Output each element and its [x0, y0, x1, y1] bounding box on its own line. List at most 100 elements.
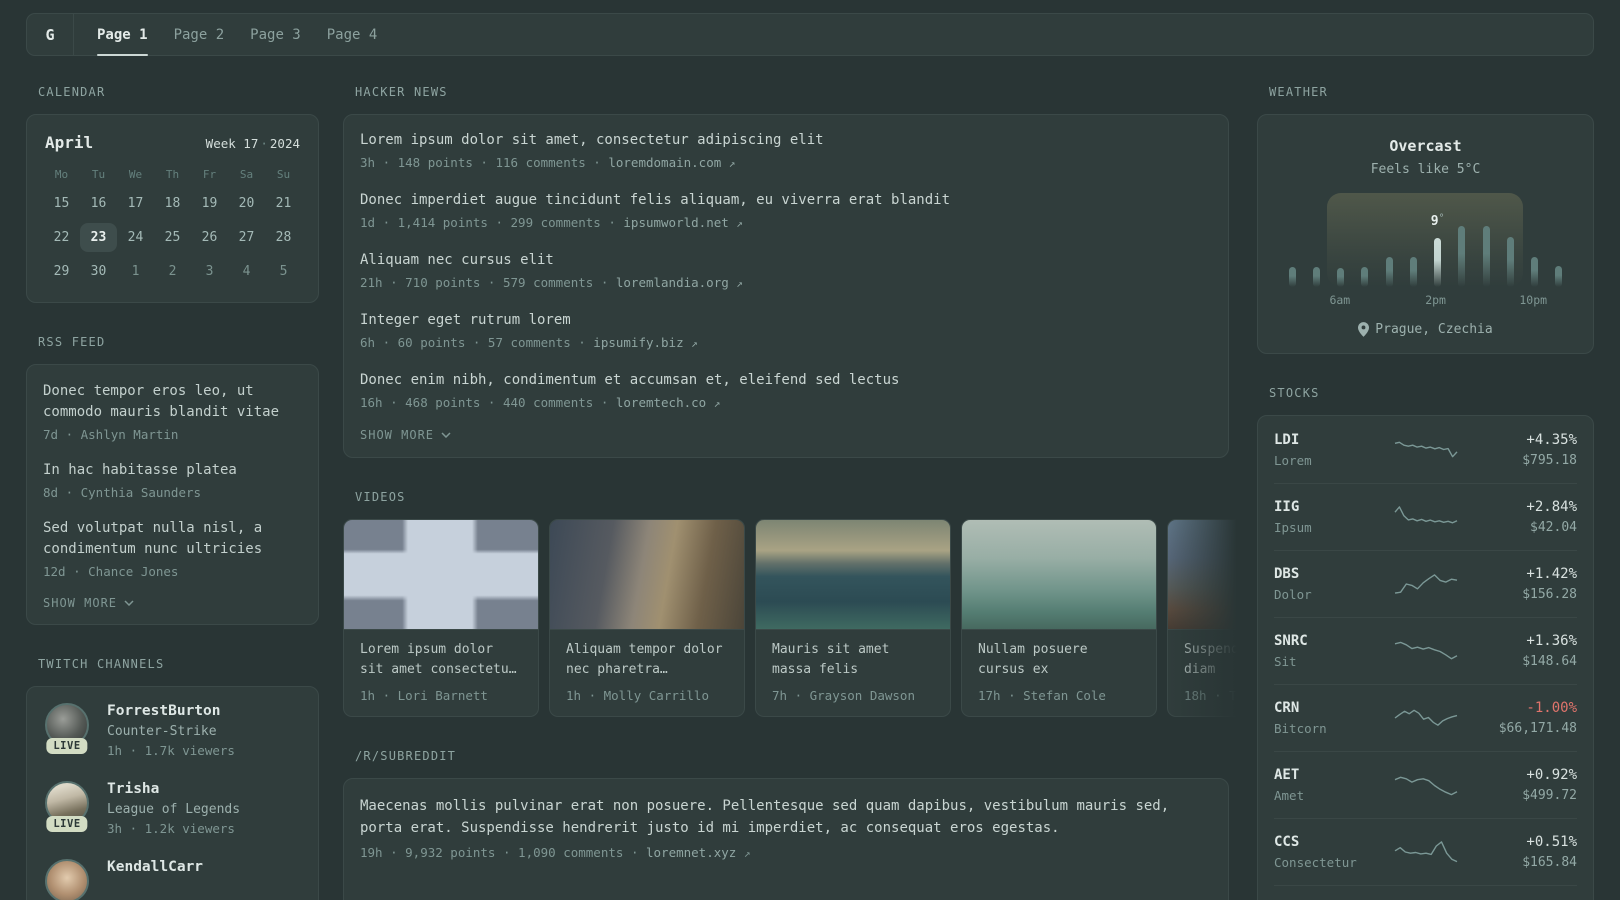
videos-carousel: Lorem ipsum dolor sit amet consectetu… 1h…	[343, 519, 1246, 717]
calendar-day[interactable]: 27	[228, 223, 265, 252]
stock-row[interactable]: CRN Bitcorn -1.00% $66,171.48	[1274, 684, 1577, 751]
calendar-day[interactable]: 4	[228, 257, 265, 286]
calendar-day[interactable]: 22	[43, 223, 80, 252]
stock-sparkline	[1393, 770, 1459, 800]
reddit-post[interactable]: Maecenas mollis pulvinar erat non posuer…	[360, 795, 1212, 862]
reddit-widget: /R/SUBREDDIT Maecenas mollis pulvinar er…	[343, 749, 1229, 900]
rss-item[interactable]: Sed volutpat nulla nisl, a condimentum n…	[43, 518, 302, 580]
story-domain-link[interactable]: ipsumify.biz ↗	[593, 335, 697, 350]
calendar-day[interactable]: 1	[117, 257, 154, 286]
external-link-icon: ↗	[736, 217, 743, 230]
videos-widget-title: VIDEOS	[355, 490, 406, 504]
stock-row[interactable]: SNRC Sit +1.36% $148.64	[1274, 617, 1577, 684]
calendar-day[interactable]: 20	[228, 189, 265, 218]
weather-tick-label	[1304, 293, 1328, 307]
video-meta: 7h · Grayson Dawson	[772, 688, 915, 703]
story-domain-link[interactable]: loremlandia.org ↗	[616, 275, 743, 290]
calendar-day[interactable]: 21	[265, 189, 302, 218]
stock-row[interactable]: IIG Ipsum +2.84% $42.04	[1274, 483, 1577, 550]
active-tab-indicator	[97, 54, 148, 56]
stock-symbol: IIG	[1274, 499, 1300, 515]
stock-row[interactable]: DBS Dolor +1.42% $156.28	[1274, 550, 1577, 617]
hackernews-show-more-button[interactable]: SHOW MORE	[360, 428, 451, 442]
video-card[interactable]: Aliquam tempor dolor nec pharetra… 1h · M…	[549, 519, 745, 717]
hackernews-list: Lorem ipsum dolor sit amet, consectetur …	[360, 131, 1212, 412]
videos-widget: VIDEOS Lorem ipsum dolor sit amet consec…	[343, 490, 1246, 717]
calendar-day[interactable]: 29	[43, 257, 80, 286]
weather-widget-title: WEATHER	[1269, 85, 1328, 99]
story-title: Aliquam nec cursus elit	[360, 252, 554, 268]
calendar-day[interactable]: 15	[43, 189, 80, 218]
weather-location[interactable]: Prague, Czechia	[1274, 322, 1577, 337]
rss-item-meta: 7d · Ashlyn Martin	[43, 427, 179, 442]
nav-tab-page-3[interactable]: Page 3	[237, 14, 314, 55]
degree-symbol: °	[1438, 213, 1445, 224]
stock-sparkline	[1393, 636, 1459, 666]
rss-item[interactable]: In hac habitasse platea 8d · Cynthia Saun…	[43, 460, 302, 501]
calendar-day[interactable]: 24	[117, 223, 154, 252]
video-card[interactable]: Suspendisse diam 18h · Tara	[1167, 519, 1246, 717]
sparkline-chart	[1394, 441, 1458, 458]
calendar-card: April Week 17 · 2024 Mo Tu We Th Fr Sa Su 15 16 17…	[26, 114, 319, 303]
rss-show-more-button[interactable]: SHOW MORE	[43, 596, 134, 610]
channel-info: ForrestBurton Counter-Strike 1h · 1.7k vie…	[107, 703, 235, 759]
weather-bar-column	[1280, 267, 1304, 287]
sparkline-chart	[1393, 506, 1457, 524]
stock-symbol: CRN	[1274, 700, 1300, 716]
video-meta: 1h · Lori Barnett	[360, 688, 488, 703]
video-card[interactable]: Lorem ipsum dolor sit amet consectetu… 1h…	[343, 519, 539, 717]
hackernews-story[interactable]: Donec enim nibh, condimentum et accumsan…	[360, 371, 1212, 412]
story-domain-link[interactable]: ipsumworld.net ↗	[623, 215, 743, 230]
nav-tab-page-4[interactable]: Page 4	[314, 14, 391, 55]
post-domain-link[interactable]: loremnet.xyz	[646, 845, 736, 860]
nav-tab-page-1[interactable]: Page 1	[84, 14, 161, 56]
story-title: Donec imperdiet augue tincidunt felis al…	[360, 192, 951, 208]
calendar-day[interactable]: 16	[80, 189, 117, 218]
chevron-down-icon	[124, 600, 134, 606]
stock-left: DBS Dolor	[1274, 566, 1393, 602]
calendar-day[interactable]: 19	[191, 189, 228, 218]
calendar-day[interactable]: 5	[265, 257, 302, 286]
rss-item[interactable]: Donec tempor eros leo, ut commodo mauris…	[43, 381, 302, 443]
stock-row[interactable]: AET Amet +0.92% $499.72	[1274, 751, 1577, 818]
video-meta: 17h · Stefan Cole	[978, 688, 1106, 703]
external-link-icon: ↗	[691, 337, 698, 350]
hackernews-story[interactable]: Donec imperdiet augue tincidunt felis al…	[360, 191, 1212, 232]
video-card[interactable]: Mauris sit amet massa felis 7h · Grayson …	[755, 519, 951, 717]
hackernews-story[interactable]: Lorem ipsum dolor sit amet, consectetur …	[360, 131, 1212, 172]
weather-bar-column: 9°	[1426, 213, 1450, 287]
rss-list: Donec tempor eros leo, ut commodo mauris…	[43, 381, 302, 580]
calendar-day[interactable]: 18	[154, 189, 191, 218]
channel-info: Trisha League of Legends 3h · 1.2k viewers	[107, 781, 240, 837]
hackernews-story[interactable]: Integer eget rutrum lorem 6h · 60 points …	[360, 311, 1212, 352]
stock-row[interactable]: AHS+0.46%	[1274, 885, 1577, 900]
story-domain-link[interactable]: loremtech.co ↗	[616, 395, 720, 410]
app-logo[interactable]: G	[27, 14, 74, 55]
stock-name: Dolor	[1274, 587, 1312, 602]
stocks-widget-title: STOCKS	[1269, 386, 1320, 400]
nav-tab-page-2[interactable]: Page 2	[161, 14, 238, 55]
twitch-channel[interactable]: LIVE ForrestBurton Counter-Strike 1h · 1.7k…	[43, 703, 302, 759]
calendar-day[interactable]: 17	[117, 189, 154, 218]
calendar-day[interactable]: 3	[191, 257, 228, 286]
calendar-day[interactable]: 28	[265, 223, 302, 252]
hackernews-story[interactable]: Aliquam nec cursus elit 21h · 710 points …	[360, 251, 1212, 292]
stock-name: Lorem	[1274, 453, 1312, 468]
twitch-channel[interactable]: LIVE Trisha League of Legends 3h · 1.2k vie…	[43, 781, 302, 837]
calendar-day[interactable]: 26	[191, 223, 228, 252]
calendar-day[interactable]: 25	[154, 223, 191, 252]
twitch-channel[interactable]: KendallCarr	[43, 859, 302, 900]
calendar-day[interactable]: 30	[80, 257, 117, 286]
stock-row[interactable]: CCS Consectetur +0.51% $165.84	[1274, 818, 1577, 885]
weather-bar	[1288, 267, 1296, 287]
calendar-day[interactable]: 2	[154, 257, 191, 286]
video-thumbnail	[962, 520, 1156, 630]
weather-tick-label	[1448, 293, 1472, 307]
story-domain-link[interactable]: loremdomain.com ↗	[608, 155, 735, 170]
rss-widget: RSS FEED Donec tempor eros leo, ut commo…	[26, 335, 319, 625]
video-card[interactable]: Nullam posuere cursus ex 17h · Stefan Col…	[961, 519, 1157, 717]
channel-name: Trisha	[107, 781, 160, 797]
calendar-widget-title: CALENDAR	[38, 85, 106, 99]
calendar-day-selected[interactable]: 23	[80, 223, 117, 252]
stock-row[interactable]: LDI Lorem +4.35% $795.18	[1274, 417, 1577, 483]
